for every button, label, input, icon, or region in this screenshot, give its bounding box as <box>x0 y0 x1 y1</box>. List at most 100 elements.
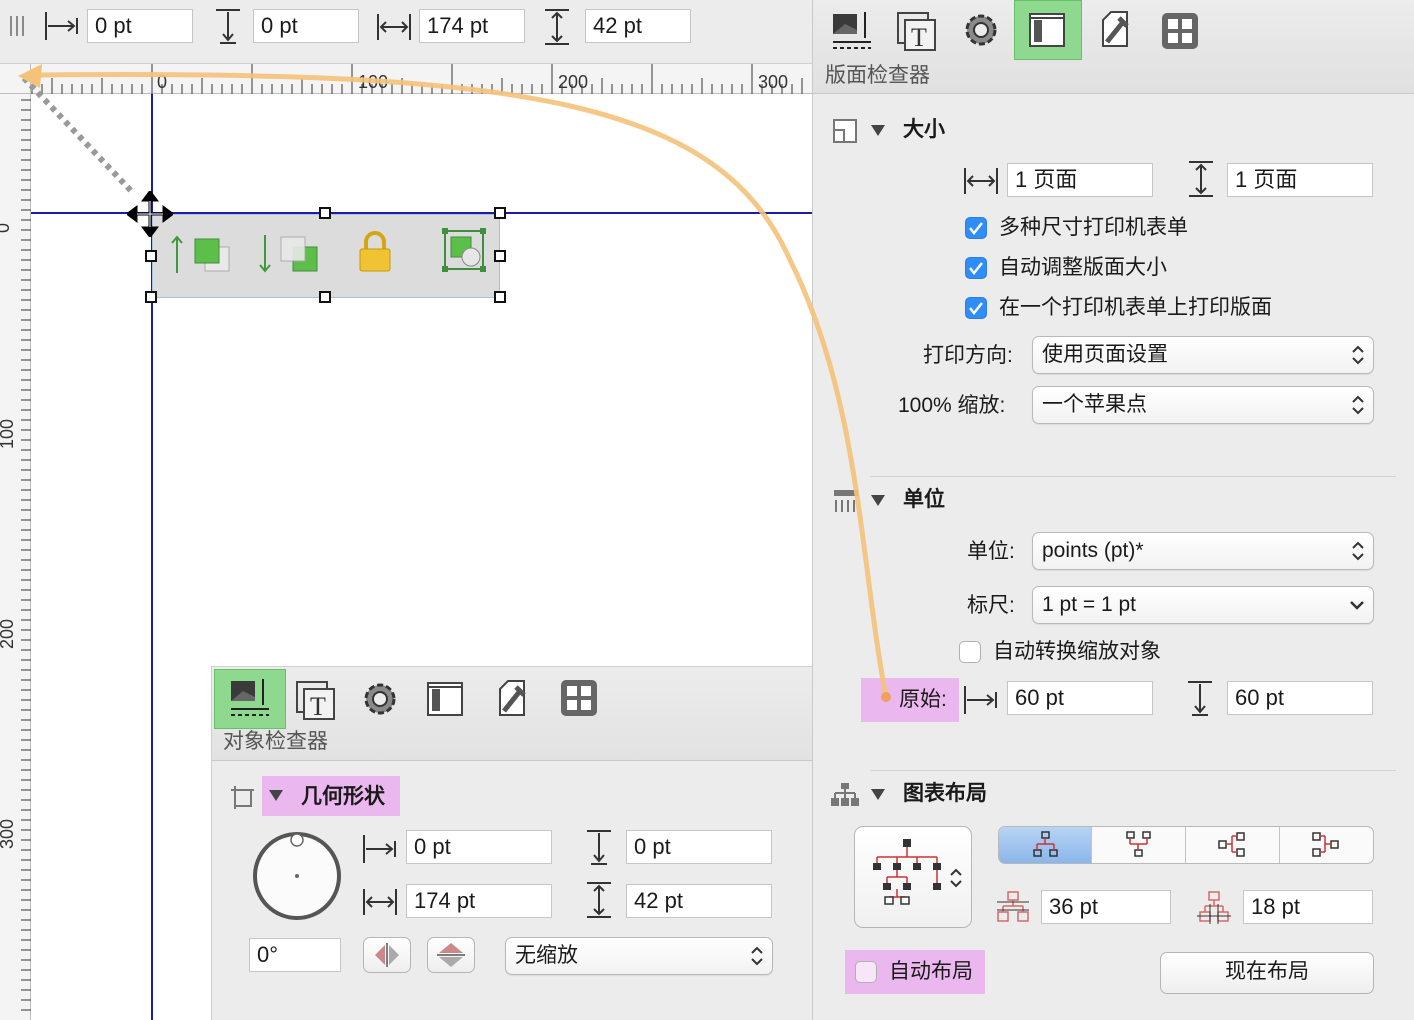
height-icon <box>545 9 569 45</box>
text-tab-icon[interactable]: T <box>897 12 937 52</box>
geometry-scale-select[interactable]: 无缩放 <box>505 937 773 975</box>
v-ruler-label-200: 200 <box>0 618 18 650</box>
selection-handle[interactable] <box>319 207 331 219</box>
auto-convert-checkbox[interactable] <box>959 641 981 663</box>
layout-direction-right-to-left[interactable] <box>1186 827 1280 863</box>
disclosure-triangle-icon[interactable] <box>870 494 886 508</box>
disclosure-triangle-icon[interactable] <box>870 124 886 138</box>
units-select[interactable]: points (pt)* <box>1032 532 1374 570</box>
units-value: points (pt)* <box>1042 539 1144 562</box>
geometry-section-icon <box>231 786 255 810</box>
group-icon <box>442 228 486 272</box>
chevron-updown-icon <box>1352 345 1364 365</box>
canvas-tab-icon[interactable] <box>426 679 466 719</box>
layout-type-popup[interactable] <box>854 826 972 928</box>
one-page-label: 在一个打印机表单上打印版面 <box>999 296 1272 319</box>
orientation-value: 使用页面设置 <box>1042 343 1168 366</box>
geometry-y-field[interactable]: 0 pt <box>626 830 772 864</box>
flip-vertical-icon <box>437 943 465 967</box>
geometry-width-field[interactable]: 174 pt <box>406 884 552 918</box>
h-ruler-label-100: 100 <box>358 72 389 92</box>
checkmark-icon <box>969 222 983 236</box>
vertical-ruler[interactable]: 0 100 200 300 <box>0 94 31 1020</box>
canvas-tab-icon[interactable] <box>1028 10 1068 50</box>
orientation-label: 打印方向: <box>923 344 1013 367</box>
multi-sizes-checkbox[interactable] <box>965 217 987 239</box>
ruler-scale-value: 1 pt = 1 pt <box>1042 593 1136 616</box>
layout-direction-bottom-to-top[interactable] <box>1092 827 1186 863</box>
selection-handle[interactable] <box>494 250 506 262</box>
origin-y-field[interactable]: 60 pt <box>1227 681 1373 715</box>
selection-handle[interactable] <box>494 207 506 219</box>
scale-select[interactable]: 一个苹果点 <box>1032 386 1374 424</box>
chevron-updown-icon <box>1352 541 1364 561</box>
stencil-tab-icon[interactable] <box>1161 12 1199 50</box>
pages-high-field[interactable]: 1 页面 <box>1227 163 1373 197</box>
x-position-field[interactable]: 0 pt <box>87 9 193 43</box>
svg-text:T: T <box>911 23 927 52</box>
pages-wide-icon <box>964 168 998 194</box>
chevron-updown-icon <box>751 946 763 966</box>
selection-handle[interactable] <box>319 291 331 303</box>
direction-down-icon <box>1033 831 1058 857</box>
width-field[interactable]: 174 pt <box>419 9 525 43</box>
orientation-select[interactable]: 使用页面设置 <box>1032 336 1374 374</box>
pages-wide-field[interactable]: 1 页面 <box>1007 163 1153 197</box>
grip-icon[interactable] <box>8 14 26 38</box>
stencil-tab-icon[interactable] <box>560 679 598 717</box>
layout-direction-top-to-bottom[interactable] <box>999 827 1092 863</box>
origin-label: 原始: <box>899 688 947 711</box>
selection-handle[interactable] <box>145 250 157 262</box>
style-tab-icon[interactable] <box>229 677 271 719</box>
height-field[interactable]: 42 pt <box>585 9 691 43</box>
y-position-icon <box>587 830 611 865</box>
auto-adjust-checkbox[interactable] <box>965 257 987 279</box>
document-tab-icon[interactable] <box>496 679 530 719</box>
one-page-checkbox[interactable] <box>965 297 987 319</box>
y-position-field[interactable]: 0 pt <box>253 9 359 43</box>
geometry-x-field[interactable]: 0 pt <box>406 830 552 864</box>
width-icon <box>363 889 397 915</box>
v-ruler-label-0: 0 <box>0 223 17 233</box>
properties-tab-icon[interactable] <box>360 679 400 719</box>
pages-high-icon <box>1189 161 1213 197</box>
rank-spacing-field[interactable]: 36 pt <box>1041 890 1171 924</box>
selected-shape[interactable] <box>152 214 500 298</box>
object-inspector: T 对象检查器 几何形状 0 pt 0 pt 174 pt 42 pt 0° 无… <box>211 666 813 1020</box>
flip-horizontal-button[interactable] <box>363 937 411 973</box>
bring-to-front-icon <box>171 235 230 273</box>
geometry-section-title: 几何形状 <box>301 785 385 808</box>
ruler-scale-select[interactable]: 1 pt = 1 pt <box>1032 586 1374 624</box>
geometry-height-field[interactable]: 42 pt <box>626 884 772 918</box>
layout-direction-left-to-right[interactable] <box>1280 827 1373 863</box>
svg-text:T: T <box>310 692 326 721</box>
disclosure-triangle-icon[interactable] <box>870 788 886 802</box>
origin-drag-path <box>21 75 137 197</box>
rotation-dial[interactable] <box>250 829 344 923</box>
rotation-field[interactable]: 0° <box>249 938 341 972</box>
flip-vertical-button[interactable] <box>427 937 475 973</box>
selection-handle[interactable] <box>145 291 157 303</box>
canvas-inspector-title: 版面检查器 <box>825 64 930 87</box>
selection-handle[interactable] <box>494 291 506 303</box>
style-tab-icon[interactable] <box>831 10 873 52</box>
app-window: 0 pt 0 pt 174 pt 42 pt 0 100 200 300 0 1… <box>0 0 1414 1020</box>
object-spacing-field[interactable]: 18 pt <box>1243 890 1373 924</box>
hierarchy-layout-icon <box>873 839 941 905</box>
properties-tab-icon[interactable] <box>961 10 1001 50</box>
chevron-down-icon <box>1350 601 1364 610</box>
v-ruler-label-100: 100 <box>0 418 18 450</box>
object-spacing-icon <box>1197 891 1231 924</box>
direction-up-icon <box>1126 831 1151 857</box>
v-ruler-label-300: 300 <box>0 818 18 850</box>
layout-now-button[interactable]: 现在布局 <box>1160 952 1374 994</box>
auto-layout-checkbox[interactable] <box>855 961 877 983</box>
origin-x-field[interactable]: 60 pt <box>1007 681 1153 715</box>
object-toolbar: 0 pt 0 pt 174 pt 42 pt <box>0 0 812 64</box>
disclosure-triangle-icon[interactable] <box>268 789 284 803</box>
document-tab-icon[interactable] <box>1099 10 1133 50</box>
text-tab-icon[interactable]: T <box>296 681 336 721</box>
x-position-icon <box>45 12 78 40</box>
auto-adjust-label: 自动调整版面大小 <box>999 256 1167 279</box>
lock-icon <box>359 231 391 272</box>
